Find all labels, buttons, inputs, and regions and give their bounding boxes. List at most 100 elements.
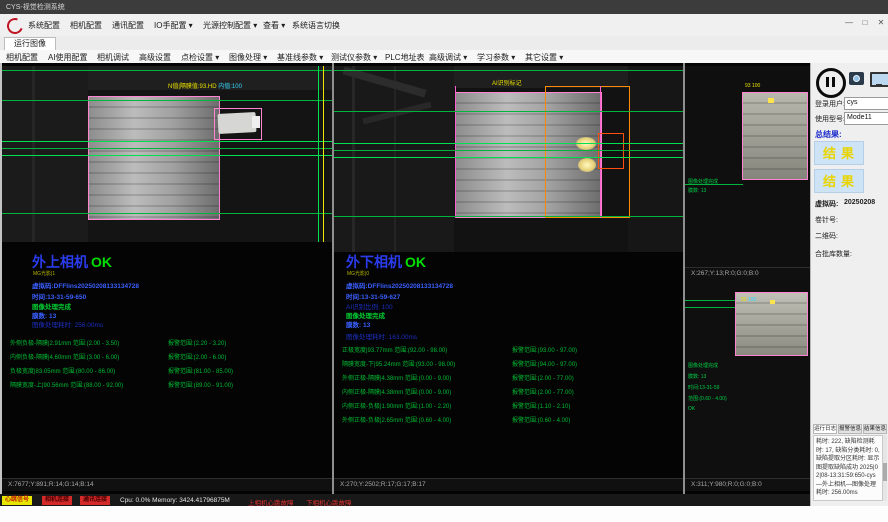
log-tab-alarm[interactable]: 报警信息 (838, 424, 862, 434)
alarm-range: 报警范围:(2.00 - 77.00) (512, 387, 574, 396)
alarm-range: 报警范围:(93.00 - 97.00) (512, 345, 577, 354)
highlight-dot (768, 98, 774, 103)
heartbeat-badge: 心跳信号 (2, 496, 32, 505)
guide-line (334, 150, 683, 151)
tool-baseline-params[interactable]: 基准线参数 ▾ (277, 52, 323, 63)
middle-elapsed-line: 图像处理耗时: 163.00ms (346, 331, 417, 341)
guide-line (2, 213, 332, 214)
left-sub-label: MG光影|1 (33, 270, 55, 277)
left-code-line: 虚拟码:DFFlins20250208133134728 (32, 280, 139, 290)
result-box-1: 结果 (814, 141, 864, 165)
total-result-label: 总结果: (815, 129, 842, 140)
alarm-range: 报警范围:(2.00 - 77.00) (512, 373, 574, 382)
tab-run-image[interactable]: 运行图像 (4, 37, 56, 50)
guide-line (2, 155, 332, 156)
alarm-range: 报警范围:(94.00 - 97.00) (512, 359, 577, 368)
measurement: 内侧正极-负极|1.90mm 范围:(1.00 - 2.20) (342, 401, 451, 410)
login-user-label: 登录用户: (815, 99, 845, 109)
app-logo-icon (4, 15, 25, 36)
measurement: 外侧正极-隔膜|4.38mm 范围:(0.00 - 9.00) (342, 373, 451, 382)
overlay-line: 膜数: 13 (688, 373, 706, 380)
image-annotation: AI识别标记 (492, 78, 522, 87)
menu-item-language-switch[interactable]: 系统语言切换 (292, 20, 340, 31)
virtual-code-label: 虚拟码: (815, 199, 838, 209)
tool-ai-config[interactable]: AI使用配置 (48, 52, 88, 63)
guide-line (685, 300, 735, 301)
tab-connector (218, 112, 257, 134)
virtual-code-value: 20250208 (844, 199, 875, 206)
tool-advanced-set[interactable]: 高级设置 (139, 52, 171, 63)
image-annotation: 93 100 (745, 83, 760, 89)
tool-camera-debug[interactable]: 相机调试 (97, 52, 129, 63)
tool-tester-params[interactable]: 测试仪参数 ▾ (331, 52, 377, 63)
log-tab-result[interactable]: 结果信息 (863, 424, 887, 434)
tab-connector-tip (252, 116, 260, 128)
app-window: CYS-视觉检测系统 系统配置 相机配置 通讯配置 IO手配置 ▾ 光源控制配置… (0, 0, 888, 522)
right-top-pixel-status: X:267;Y:13;R:0;G:0;B:0 (685, 267, 810, 279)
left-time-line: 时间:13-31-59-650 (32, 291, 86, 301)
comm-link-badge: 通讯连接 (80, 496, 110, 505)
status-bar: 心跳信号 相机连接 通讯连接 Cpu: 0.0% Memory: 3424.41… (0, 494, 810, 506)
batch-count-label: 合批库数量: (815, 249, 852, 259)
left-pixel-status: X:7677;Y:891;R:14;G:14;B:14 (2, 478, 332, 491)
right-bottom-camera-image[interactable]: 93 100 图像处理完成 膜数: 13 时间:13-31-59 范围:(0.6… (685, 279, 810, 478)
left-camera-image[interactable]: N值|隔膜值:93.HD 内值:100 (2, 66, 332, 242)
reflection-glow (578, 158, 596, 172)
menu-item-io-config[interactable]: IO手配置 ▾ (154, 20, 193, 31)
needle-no-label: 卷针号: (815, 215, 838, 225)
window-title: CYS-视觉检测系统 (6, 2, 65, 12)
titlebar: CYS-视觉检测系统 (0, 0, 888, 14)
middle-camera-image[interactable]: AI识别标记 (334, 66, 683, 252)
maximize-button[interactable]: □ (858, 18, 872, 27)
guide-line (334, 143, 683, 144)
overlay-line: 图像处理完成 (688, 362, 718, 369)
right-bottom-pixel-status: X:311;Y:980;R:0;G:0;B:0 (685, 478, 810, 491)
tool-plc-address[interactable]: PLC地址表 (385, 52, 425, 63)
left-elapsed-line: 图像处理耗时: 256.00ms (32, 319, 103, 329)
guide-line-vertical (323, 66, 324, 242)
menu-item-light-config[interactable]: 光源控制配置 ▾ (203, 20, 257, 31)
middle-pixel-status: X:270;Y:2502;R:17;G:17;B:17 (334, 478, 683, 491)
measurement: 内侧负极-隔膜|4.60mm 范围:(3.00 - 6.00) (10, 352, 119, 361)
model-field[interactable]: Mode11 (844, 112, 888, 125)
tool-advanced-debug[interactable]: 高级调试 ▾ (429, 52, 467, 63)
log-scrollbar[interactable] (883, 435, 887, 501)
guide-line (685, 307, 735, 308)
measurement: 隔膜宽度-下|95.24mm 范围:(93.00 - 98.00) (342, 359, 455, 368)
middle-time-line: 时间:13-31-59-627 (346, 291, 400, 301)
tool-camera-config[interactable]: 相机配置 (6, 52, 38, 63)
guide-line (2, 100, 332, 101)
guide-line (334, 216, 683, 217)
minimize-button[interactable]: — (842, 18, 856, 27)
tool-spotcheck-set[interactable]: 点检设置 ▾ (181, 52, 219, 63)
camera-link-badge: 相机连接 (42, 496, 72, 505)
right-top-camera-image[interactable]: 93 100 图像处理完成 膜数: 13 (685, 66, 810, 267)
camera-icon-button[interactable] (849, 72, 864, 85)
middle-code-line: 虚拟码:DFFlins20250208133134728 (346, 280, 453, 290)
alarm-range: 报警范围:(2.00 - 6.00) (168, 352, 226, 361)
cell-stack-left (88, 96, 220, 220)
guide-line (334, 111, 683, 112)
guide-line (2, 148, 332, 149)
tool-learn-params[interactable]: 学习参数 ▾ (477, 52, 515, 63)
overlay-line: OK (688, 406, 695, 412)
alarm-range: 报警范围:(2.20 - 3.20) (168, 338, 226, 347)
menu-item-comm-config[interactable]: 通讯配置 (112, 20, 144, 31)
measurement: 隔膜宽度-上|90.56mm 范围:(88.00 - 92.00) (10, 380, 123, 389)
tool-image-process[interactable]: 图像处理 ▾ (229, 52, 267, 63)
monitor-icon-button[interactable] (870, 72, 888, 87)
login-user-field[interactable]: cys (844, 97, 888, 110)
alarm-range: 报警范围:(0.60 - 4.00) (512, 415, 570, 424)
log-textarea[interactable]: 耗时: 222, 缺陷检测耗时: 17, 缺陷分类耗时: 0, 缺陷提取分区耗时… (813, 435, 883, 501)
tool-other-settings[interactable]: 其它设置 ▾ (525, 52, 563, 63)
menu-item-system-config[interactable]: 系统配置 (28, 20, 60, 31)
log-tab-run[interactable]: 运行日志 (813, 424, 837, 434)
middle-sub-label: MG光影|0 (347, 270, 369, 277)
image-annotation: 93 100 (741, 297, 756, 303)
pause-button[interactable] (816, 68, 846, 98)
menu-item-camera-config[interactable]: 相机配置 (70, 20, 102, 31)
close-button[interactable]: ✕ (874, 18, 888, 27)
toolbar: 相机配置 AI使用配置 相机调试 高级设置 点检设置 ▾ 图像处理 ▾ 基准线参… (0, 50, 888, 64)
defect-box (598, 133, 624, 169)
menu-item-view[interactable]: 查看 ▾ (263, 20, 285, 31)
